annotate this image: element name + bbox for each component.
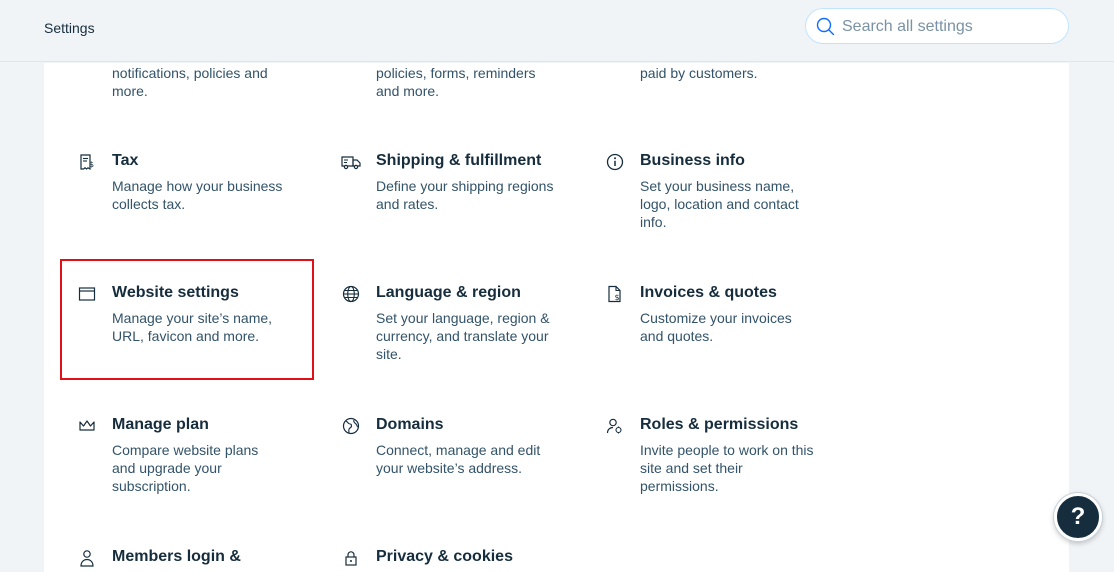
- help-button[interactable]: ?: [1054, 493, 1102, 541]
- settings-item-description: Manage how your business collects tax.: [112, 178, 283, 212]
- settings-item-description: Customize your invoices and quotes.: [640, 310, 792, 344]
- settings-item-tax[interactable]: $ Tax Manage how your business collects …: [80, 151, 302, 213]
- lock-icon: [341, 548, 361, 568]
- top-bar: Settings: [0, 0, 1114, 62]
- settings-item-title: Tax: [112, 152, 139, 169]
- settings-item-business-info[interactable]: Business info Set your business name, lo…: [606, 151, 820, 231]
- settings-item-shipping[interactable]: Shipping & fulfillment Define your shipp…: [341, 151, 556, 213]
- search-box[interactable]: [805, 8, 1069, 44]
- globe-icon: [341, 284, 361, 304]
- settings-item-members-login[interactable]: Members login &: [80, 547, 302, 567]
- settings-item-title: Manage plan: [112, 416, 209, 433]
- page-title: Settings: [44, 20, 95, 36]
- settings-item-title: Business info: [640, 152, 745, 169]
- tax-icon: $: [77, 152, 97, 172]
- browser-window-icon: [77, 284, 97, 304]
- truncated-description: paid by customers.: [640, 65, 758, 81]
- truncated-description: notifications, policies and more.: [112, 65, 268, 99]
- invoice-icon: $: [605, 284, 625, 304]
- settings-item-title: Roles & permissions: [640, 416, 799, 433]
- settings-item-title: Privacy & cookies: [376, 548, 513, 565]
- settings-item-description: Invite people to work on this site and s…: [640, 442, 814, 494]
- crown-icon: [77, 416, 97, 436]
- domain-globe-icon: [341, 416, 361, 436]
- settings-item-roles-permissions[interactable]: Roles & permissions Invite people to wor…: [606, 415, 815, 495]
- settings-item-title: Language & region: [376, 284, 521, 301]
- settings-item-description: Set your language, region & currency, an…: [376, 310, 550, 362]
- settings-item-description: Define your shipping regions and rates.: [376, 178, 554, 212]
- search-icon: [816, 17, 835, 36]
- settings-item-domains[interactable]: Domains Connect, manage and edit your we…: [342, 415, 566, 477]
- truck-icon: [341, 152, 361, 172]
- settings-item-invoices-quotes[interactable]: $ Invoices & quotes Customize your invoi…: [608, 283, 810, 345]
- info-icon: [605, 152, 625, 172]
- search-input[interactable]: [842, 16, 1057, 37]
- settings-item-description: Manage your site’s name, URL, favicon an…: [112, 310, 273, 344]
- settings-item-title: Shipping & fulfillment: [376, 152, 542, 169]
- settings-item-website-settings[interactable]: Website settings Manage your site’s name…: [78, 283, 292, 345]
- truncated-description: policies, forms, reminders and more.: [376, 65, 536, 99]
- settings-item-manage-plan[interactable]: Manage plan Compare website plans and up…: [79, 415, 282, 495]
- settings-item-title: Domains: [376, 416, 444, 433]
- settings-item-title: Invoices & quotes: [640, 284, 777, 301]
- settings-item-title: Members login &: [112, 548, 241, 565]
- roles-icon: [605, 416, 625, 436]
- settings-item-privacy-cookies[interactable]: Privacy & cookies: [345, 547, 566, 567]
- settings-item-description: Connect, manage and edit your website’s …: [376, 442, 541, 476]
- svg-text:$: $: [89, 160, 94, 169]
- settings-item-title: Website settings: [112, 284, 239, 301]
- svg-text:$: $: [615, 293, 620, 302]
- settings-item-language-region[interactable]: Language & region Set your language, reg…: [342, 283, 566, 363]
- settings-item-description: Compare website plans and upgrade your s…: [112, 442, 259, 494]
- member-icon: [77, 548, 97, 568]
- settings-item-description: Set your business name, logo, location a…: [640, 178, 799, 230]
